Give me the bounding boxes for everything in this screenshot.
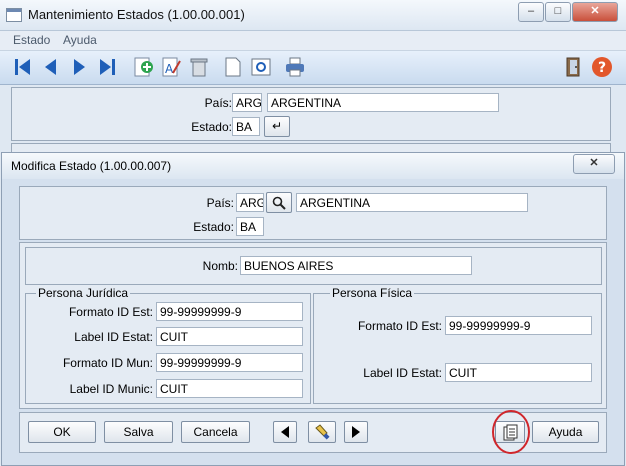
fis-label-id-estat-field[interactable]: CUIT [445,363,592,382]
next-arrow-icon [352,426,360,438]
dialog-pais-label: País: [206,196,234,210]
svg-text:A: A [165,62,174,76]
jur-formato-id-est-label: Formato ID Est: [68,305,153,319]
previous-record-icon[interactable] [38,55,64,79]
window-title: Mantenimiento Estados (1.00.00.001) [28,7,245,22]
delete-record-icon[interactable] [186,55,212,79]
exit-door-icon[interactable] [561,55,587,79]
estado-code-field[interactable]: BA [232,117,260,136]
nomb-field[interactable]: BUENOS AIRES [240,256,472,275]
close-button[interactable]: ✕ [572,2,618,22]
toolbar: A ? [0,51,626,85]
menu-bar: Estado Ayuda [0,31,626,51]
dialog-pais-code-field[interactable]: ARG [236,193,264,212]
enter-button[interactable]: ↵ [264,116,290,137]
previous-arrow-icon [281,426,289,438]
dialog-title: Modifica Estado (1.00.00.007) [11,159,172,173]
persona-fisica-group: Persona Física Formato ID Est: 99-999999… [313,286,602,404]
salva-button[interactable]: Salva [104,421,173,443]
jur-label-id-estat-label: Label ID Estat: [74,330,153,344]
ok-button[interactable]: OK [28,421,96,443]
highlight-circle [492,410,530,454]
maximize-button[interactable]: □ [545,2,571,22]
fis-formato-id-est-label: Formato ID Est: [357,319,442,333]
dialog-search-button[interactable] [266,192,292,213]
jur-formato-id-mun-field[interactable]: 99-99999999-9 [156,353,303,372]
persona-fisica-legend: Persona Física [330,286,415,300]
search-panel: País: ARG ARGENTINA Estado: BA ↵ [11,87,611,141]
jur-formato-id-est-field[interactable]: 99-99999999-9 [156,302,303,321]
dialog-estado-label: Estado: [193,220,234,234]
next-record-icon[interactable] [66,55,92,79]
document-icon[interactable] [220,55,246,79]
add-record-icon[interactable] [130,55,156,79]
modifica-estado-dialog: Modifica Estado (1.00.00.007) ✕ País: AR… [1,152,625,466]
help-icon[interactable]: ? [589,55,615,79]
flashlight-button[interactable] [308,421,336,443]
dialog-button-bar: OK Salva Cancela Ayuda [19,410,607,454]
pais-name-field[interactable]: ARGENTINA [267,93,499,112]
nomb-row: Nomb: BUENOS AIRES [25,247,602,285]
next-button[interactable] [344,421,368,443]
dialog-pais-name-field[interactable]: ARGENTINA [296,193,528,212]
persona-juridica-legend: Persona Jurídica [36,286,131,300]
pais-label: País: [204,96,232,110]
dialog-title-bar: Modifica Estado (1.00.00.007) ✕ [2,153,624,179]
cancela-button[interactable]: Cancela [181,421,250,443]
title-bar: Mantenimiento Estados (1.00.00.001) – □ … [0,0,626,31]
ayuda-button[interactable]: Ayuda [532,421,599,443]
previous-button[interactable] [273,421,297,443]
edit-record-icon[interactable]: A [158,55,184,79]
window-icon [6,8,22,22]
minimize-button[interactable]: – [518,2,544,22]
jur-label-id-munic-field[interactable]: CUIT [156,379,303,398]
estado-label: Estado: [191,120,232,134]
persona-juridica-group: Persona Jurídica Formato ID Est: 99-9999… [25,286,311,404]
pais-code-field[interactable]: ARG [232,93,262,112]
dialog-estado-code-field[interactable]: BA [236,217,264,236]
dialog-close-button[interactable]: ✕ [573,154,615,174]
print-icon[interactable] [282,55,308,79]
dialog-header-panel: País: ARG ARGENTINA Estado: BA [19,186,607,240]
print-preview-icon[interactable] [248,55,274,79]
nomb-label: Nomb: [202,259,238,273]
fis-label-id-estat-label: Label ID Estat: [363,366,442,380]
dialog-details-panel: Nomb: BUENOS AIRES Persona Jurídica Form… [19,242,607,409]
fis-formato-id-est-field[interactable]: 99-99999999-9 [445,316,592,335]
svg-text:?: ? [598,60,606,76]
menu-ayuda[interactable]: Ayuda [63,33,97,47]
flashlight-icon [315,424,330,440]
menu-estado[interactable]: Estado [13,33,50,47]
last-record-icon[interactable] [94,55,120,79]
jur-formato-id-mun-label: Formato ID Mun: [62,356,153,370]
search-icon [272,196,286,210]
jur-label-id-estat-field[interactable]: CUIT [156,327,303,346]
jur-label-id-munic-label: Label ID Munic: [69,382,153,396]
first-record-icon[interactable] [10,55,36,79]
